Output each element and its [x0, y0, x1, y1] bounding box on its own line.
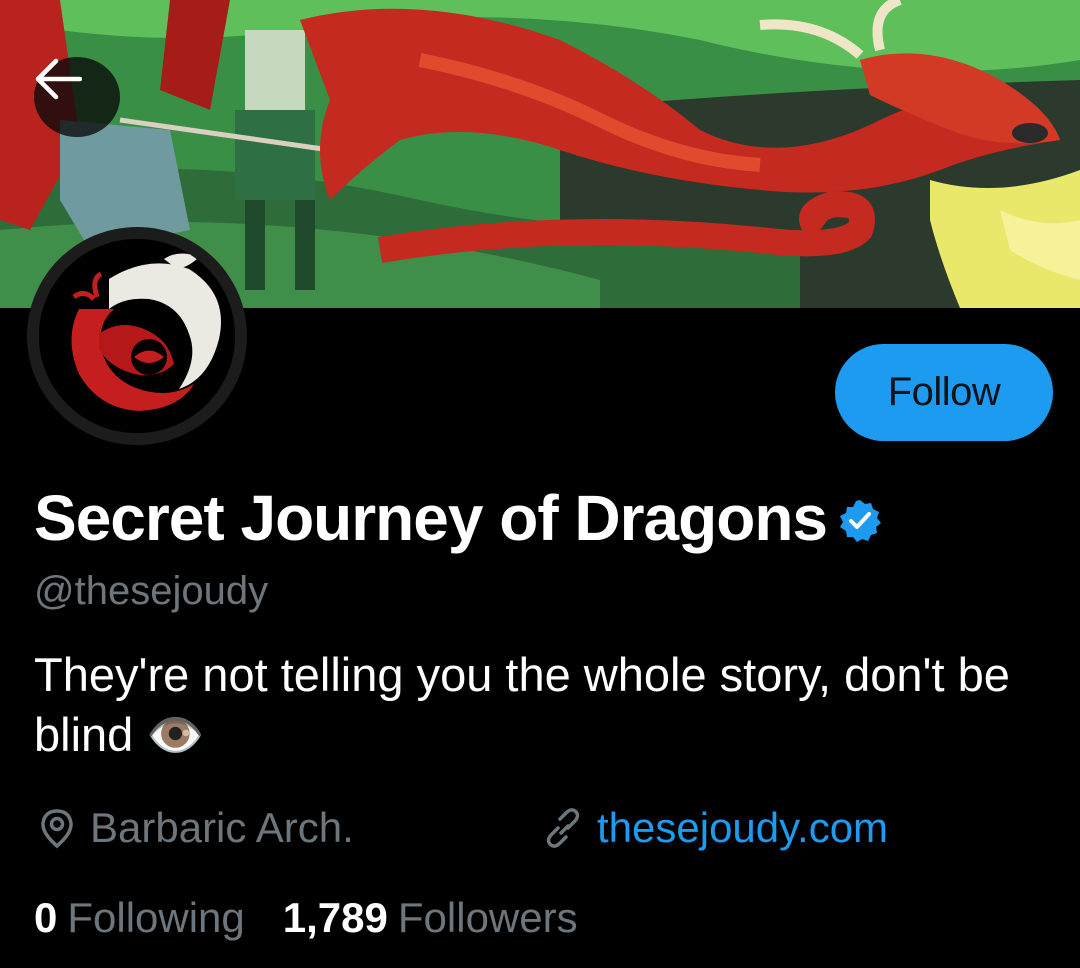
profile-page: Follow Secret Journey of Dragons @thesej…: [0, 0, 1080, 968]
link-icon: [541, 806, 585, 850]
profile-website[interactable]: thesejoudy.com: [541, 800, 888, 856]
map-pin-icon: [36, 807, 78, 849]
profile-name-row: Secret Journey of Dragons: [34, 478, 883, 558]
avatar[interactable]: [27, 227, 247, 445]
location-text: Barbaric Arch.: [90, 804, 354, 851]
profile-stats: 0 Following 1,789 Followers: [34, 890, 578, 946]
back-button[interactable]: [34, 57, 120, 137]
arrow-left-icon: [35, 58, 82, 100]
avatar-image: [39, 239, 235, 433]
display-name: Secret Journey of Dragons: [34, 482, 828, 554]
profile-handle: @thesejoudy: [34, 569, 269, 613]
following-stat[interactable]: 0 Following: [34, 890, 245, 946]
verified-badge-icon: [840, 500, 881, 542]
dragon-logo-icon: [39, 239, 235, 433]
followers-label: Followers: [397, 894, 578, 941]
followers-count: 1,789: [282, 894, 388, 941]
followers-stat[interactable]: 1,789 Followers: [283, 890, 578, 946]
website-link[interactable]: thesejoudy.com: [597, 800, 888, 856]
profile-location: Barbaric Arch.: [36, 800, 541, 856]
profile-bio: They're not telling you the whole story,…: [34, 648, 1010, 761]
profile-meta: Barbaric Arch. thesejoudy.com: [36, 800, 888, 856]
follow-button[interactable]: Follow: [835, 344, 1053, 441]
following-count: 0: [34, 894, 58, 941]
following-label: Following: [67, 894, 245, 941]
